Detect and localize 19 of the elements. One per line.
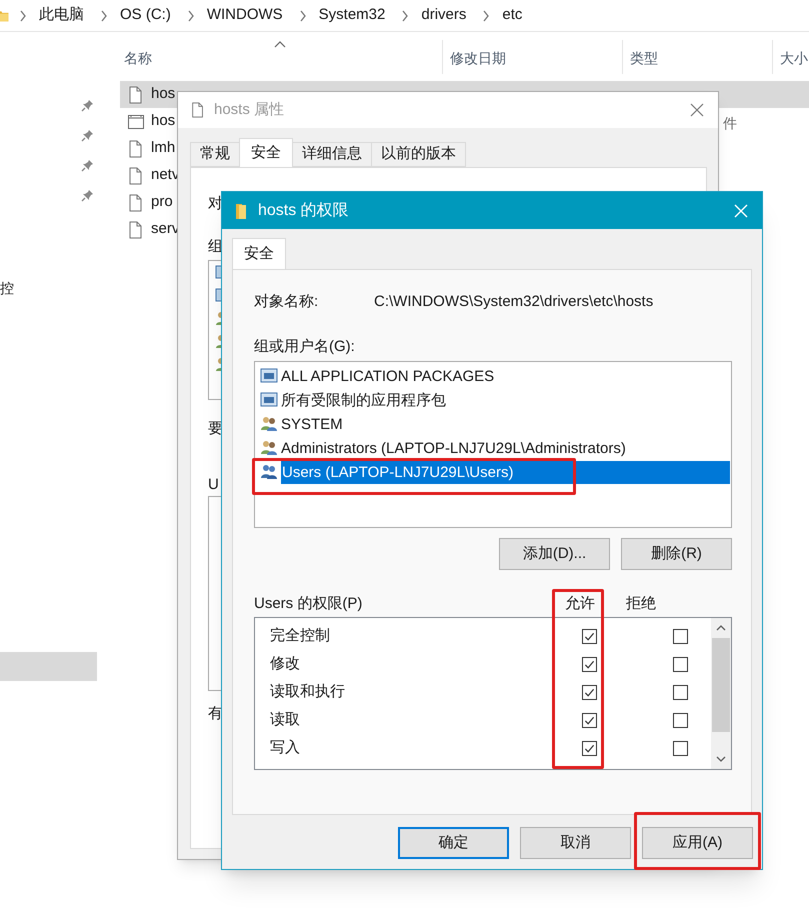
label-text: 有 <box>208 704 223 724</box>
field-label: 组或用户名(G): <box>254 337 356 356</box>
label-text: 要 <box>208 419 223 439</box>
file-type: 件 <box>723 114 737 133</box>
label-text: 组 <box>208 237 223 257</box>
window-title: hosts 的权限 <box>258 200 349 220</box>
permission-name: 读取和执行 <box>270 682 346 702</box>
permission-name: 完全控制 <box>270 626 331 646</box>
field-label: Users 的权限(P) <box>254 594 364 614</box>
label-text: 对 <box>208 194 223 214</box>
permission-name: 修改 <box>270 654 301 674</box>
column-header: 允许 <box>564 594 596 614</box>
window-title: hosts 属性 <box>214 100 284 120</box>
object-name: C:\WINDOWS\System32\drivers\etc\hosts <box>374 292 654 312</box>
label-text: U <box>208 475 219 495</box>
field-label: 对象名称: <box>254 292 320 312</box>
column-header: 拒绝 <box>626 594 657 614</box>
permission-name: 读取 <box>270 710 301 730</box>
permission-name: 写入 <box>270 738 301 758</box>
